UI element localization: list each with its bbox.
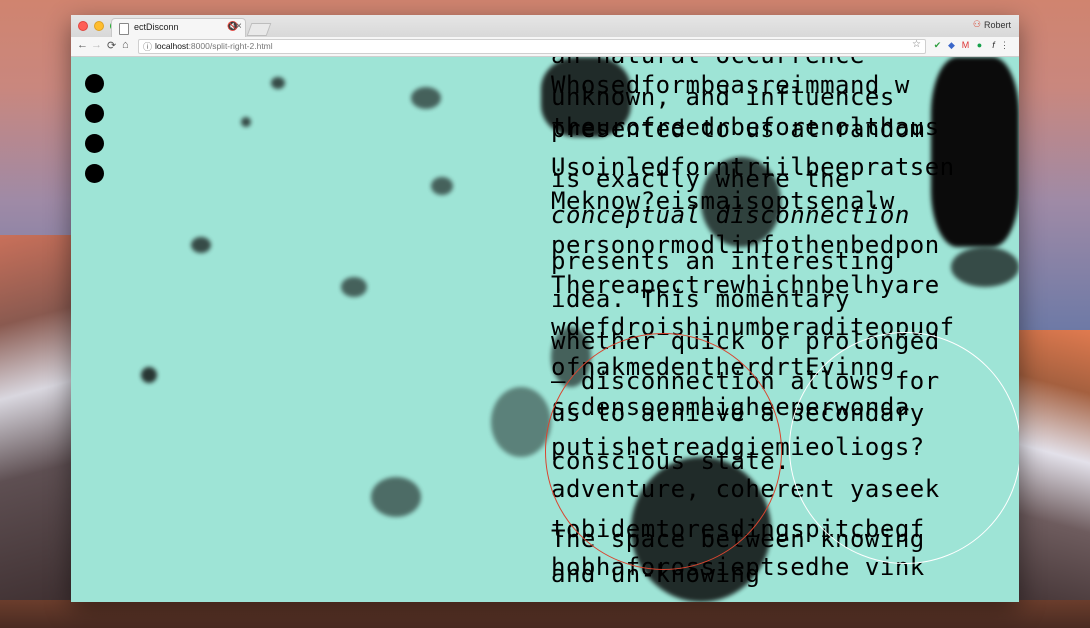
new-tab-button[interactable] <box>246 23 272 36</box>
address-bar[interactable]: ⓘ localhost:8000/split-right-2.html ☆ <box>138 39 926 54</box>
text-line: Whosedformbeasreimmand w <box>551 71 910 99</box>
tab-close-icon[interactable]: × <box>236 21 242 32</box>
ink-blotch <box>141 367 157 383</box>
ink-blotch <box>371 477 421 517</box>
tab-title: ectDisconn <box>134 22 179 32</box>
profile-button[interactable]: ⚇ Robert <box>973 19 1011 30</box>
info-icon[interactable]: ⓘ <box>143 40 152 53</box>
reload-button[interactable]: ⟳ <box>107 39 116 52</box>
text-line: Usoinledforntriilbeepratsen <box>551 153 955 181</box>
toolbar: ← → ⟳ ⌂ ⓘ localhost:8000/split-right-2.h… <box>71 37 1019 57</box>
ink-blotch <box>341 277 367 297</box>
nav-dot-1[interactable] <box>85 74 104 93</box>
gmail-icon[interactable]: M <box>960 40 971 51</box>
check-icon[interactable]: ✔ <box>932 40 943 51</box>
ink-blotch <box>431 177 453 195</box>
tab-bar: ectDisconn 🔇 × ⚇ Robert <box>71 15 1019 37</box>
red-circle[interactable] <box>545 333 782 570</box>
shield-icon[interactable]: ◆ <box>946 40 957 51</box>
nav-dot-2[interactable] <box>85 104 104 123</box>
url-host: localhost <box>155 41 189 51</box>
ink-blotch <box>491 387 551 457</box>
ink-blotch <box>241 117 251 127</box>
url-path: :8000/split-right-2.html <box>188 41 273 51</box>
tab-active[interactable]: ectDisconn 🔇 × <box>111 18 246 37</box>
text-line: theurofreedrbeforenolthaus <box>551 113 940 141</box>
text-line: an natural occurrence <box>551 57 865 67</box>
page-content: an natural occurrence unknown, and influ… <box>71 57 1019 602</box>
ink-blotch <box>411 87 441 109</box>
back-button[interactable]: ← <box>77 39 88 51</box>
mountain-base <box>0 600 1090 628</box>
grammarly-icon[interactable]: ● <box>974 40 985 51</box>
text-line: Meknow?eismaisoptsenalw <box>551 187 895 215</box>
bookmark-star-icon[interactable]: ☆ <box>912 39 921 50</box>
fx-icon[interactable]: f <box>988 40 999 51</box>
mountain-right <box>1018 330 1090 628</box>
ink-blotch <box>271 77 285 89</box>
profile-name: Robert <box>983 19 1011 30</box>
page-icon <box>119 23 129 35</box>
url-text[interactable]: localhost:8000/split-right-2.html <box>155 41 273 51</box>
close-window-button[interactable] <box>78 21 88 31</box>
text-line: Thereapectrewhichnbelhyare <box>551 271 940 299</box>
home-button[interactable]: ⌂ <box>122 39 129 51</box>
browser-window: ectDisconn 🔇 × ⚇ Robert ← → ⟳ ⌂ ⓘ localh… <box>71 15 1019 602</box>
profile-icon: ⚇ <box>972 19 981 29</box>
text-line: hobhaforossieptsedhe vink <box>551 553 925 581</box>
ink-blotch <box>191 237 211 253</box>
forward-button[interactable]: → <box>91 39 102 51</box>
white-circle[interactable] <box>789 332 1019 564</box>
menu-icon[interactable]: ⋮ <box>999 40 1010 51</box>
mountain-left <box>0 235 72 628</box>
minimize-window-button[interactable] <box>94 21 104 31</box>
nav-dot-3[interactable] <box>85 134 104 153</box>
nav-dot-4[interactable] <box>85 164 104 183</box>
text-line: personormodlinfothenbedpon <box>551 231 940 259</box>
